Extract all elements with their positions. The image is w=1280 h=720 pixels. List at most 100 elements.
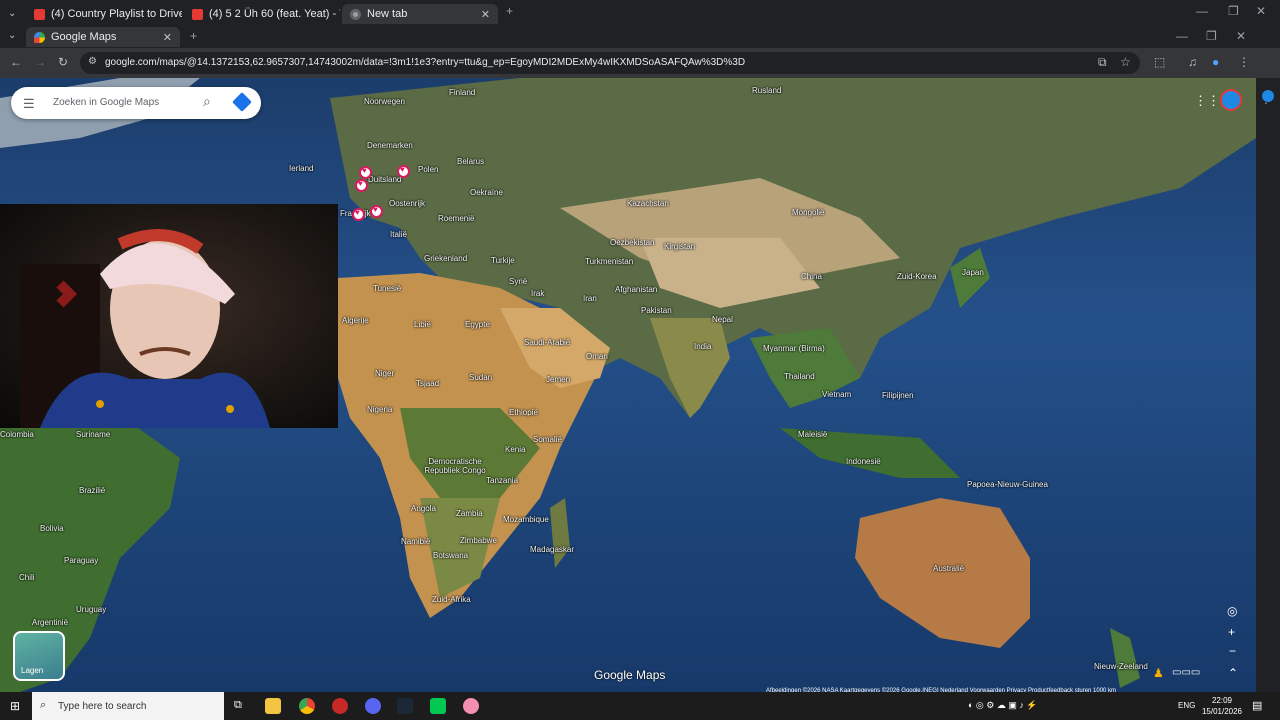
map-label: Turkije <box>491 256 515 265</box>
map-label: Madagaskar <box>530 545 575 554</box>
notifications-icon[interactable]: ▤ <box>1252 699 1262 712</box>
saved-place-pin[interactable] <box>355 179 368 192</box>
hamburger-menu-icon[interactable]: ☰ <box>23 96 35 112</box>
saved-place-pin[interactable] <box>359 166 372 179</box>
google-apps-grid-icon[interactable]: ⋮⋮ <box>1194 93 1220 109</box>
layers-label: Lagen <box>21 666 44 675</box>
map-label: Bolivia <box>40 524 64 533</box>
zoom-in-button[interactable]: + <box>1228 625 1235 639</box>
app-icon[interactable] <box>430 698 446 714</box>
account-avatar[interactable] <box>1220 89 1242 111</box>
map-label: Iran <box>583 294 597 303</box>
search-icon[interactable]: ⌕ <box>203 93 211 110</box>
street-view-pegman-icon[interactable]: ♟ <box>1153 666 1164 680</box>
map-label: China <box>801 272 822 281</box>
map-label: Saudi-Arabië <box>524 338 571 347</box>
new-tab-button[interactable]: + <box>506 4 513 18</box>
map-label: Ierland <box>289 164 314 173</box>
restore-icon[interactable]: ❐ <box>1206 29 1217 43</box>
file-explorer-icon[interactable] <box>265 698 281 714</box>
search-icon: ⌕ <box>40 699 47 711</box>
close-window-icon[interactable]: ✕ <box>1236 29 1246 43</box>
menu-kebab-icon[interactable]: ⋮ <box>1238 55 1250 69</box>
obs-icon[interactable] <box>332 698 348 714</box>
layers-button[interactable]: Lagen <box>13 631 65 681</box>
copilot-icon[interactable] <box>1262 90 1274 102</box>
webcam-overlay <box>0 204 338 428</box>
site-info-icon[interactable]: ⚙ <box>88 56 97 67</box>
windows-start-icon[interactable]: ⊞ <box>10 699 20 713</box>
map-label: Duitsland <box>368 175 402 184</box>
discord-icon[interactable] <box>365 698 381 714</box>
map-label: Uruguay <box>76 605 107 614</box>
google-maps-icon <box>34 31 45 43</box>
map-label: Zambia <box>456 509 483 518</box>
map-label: Syrië <box>509 277 528 286</box>
steam-icon[interactable] <box>397 698 413 714</box>
tab-search-icon[interactable]: ⌄ <box>8 30 20 44</box>
saved-place-pin[interactable] <box>397 165 410 178</box>
taskbar-clock[interactable]: 22:09 15/01/2026 <box>1202 695 1242 717</box>
new-tab-button[interactable]: + <box>190 29 197 43</box>
profile-icon[interactable]: ● <box>1212 55 1219 69</box>
directions-icon[interactable] <box>232 92 252 112</box>
extensions-icon[interactable]: ⬚ <box>1154 55 1165 69</box>
tab-label: (4) 5 2 Üh 60 (feat. Yeat) - Y... <box>209 8 340 20</box>
streamer-webcam-image <box>20 229 270 428</box>
close-icon[interactable]: ✕ <box>163 31 172 44</box>
saved-place-pin[interactable] <box>370 205 383 218</box>
close-window-icon[interactable]: ✕ <box>1256 4 1266 18</box>
map-label: Nieuw-Zeeland <box>1094 662 1148 671</box>
close-icon[interactable]: ✕ <box>481 8 490 21</box>
chrome-taskbar-icon[interactable] <box>299 698 315 714</box>
install-app-icon[interactable]: ⧉ <box>1098 55 1107 70</box>
expand-up-icon[interactable]: ⌃ <box>1228 666 1238 680</box>
search-placeholder[interactable]: Zoeken in Google Maps <box>53 97 159 108</box>
address-bar[interactable]: ⚙ google.com/maps/@14.1372153,62.9657307… <box>80 52 1140 74</box>
map-label: Argentinië <box>32 618 69 627</box>
tab-google-maps[interactable]: Google Maps ✕ <box>26 27 180 47</box>
language-indicator[interactable]: ENG <box>1178 701 1195 710</box>
minimize-icon[interactable]: — <box>1196 4 1208 18</box>
tab-new-tab[interactable]: New tab ✕ <box>342 4 498 24</box>
map-label: Mozambique <box>503 515 549 524</box>
taskbar-search-box[interactable]: ⌕ Type here to search <box>32 692 224 720</box>
map-label: Finland <box>449 88 476 97</box>
forward-icon[interactable]: → <box>34 55 46 69</box>
tab-country-playlist[interactable]: (4) Country Playlist to Drive to ... ✕ <box>26 4 182 24</box>
map-label: Griekenland <box>424 254 468 263</box>
minimize-icon[interactable]: — <box>1176 29 1188 43</box>
app-icon[interactable] <box>463 698 479 714</box>
map-thumbnails[interactable]: ▭▭▭ <box>1172 667 1200 678</box>
map-label: Maleisië <box>798 430 828 439</box>
reload-icon[interactable]: ↻ <box>58 55 68 69</box>
map-label: Angola <box>411 504 436 513</box>
back-icon[interactable]: ← <box>10 55 22 69</box>
map-label: Colombia <box>0 430 34 439</box>
map-label: Tunesië <box>373 284 402 293</box>
map-label: Niger <box>375 369 395 378</box>
restore-icon[interactable]: ❐ <box>1228 4 1239 18</box>
windows-taskbar: ⊞ ⌕ Type here to search ⧉ ◐ ◎ ⚙ ☁ ▣ ♪ ⚡ … <box>0 692 1280 720</box>
map-label: Polen <box>418 165 439 174</box>
map-label: Zuid-Korea <box>897 272 937 281</box>
saved-place-pin[interactable] <box>352 208 365 221</box>
maps-search-box[interactable]: ☰ Zoeken in Google Maps ⌕ <box>11 87 261 119</box>
map-label: Roemenië <box>438 214 475 223</box>
map-label: Somalië <box>533 435 562 444</box>
system-tray-icons[interactable]: ◐ ◎ ⚙ ☁ ▣ ♪ ⚡ <box>968 700 1038 711</box>
tab-label: (4) Country Playlist to Drive to ... <box>51 8 182 20</box>
tab-strip-top: ⌄ (4) Country Playlist to Drive to ... ✕… <box>0 0 1280 26</box>
zoom-out-button[interactable]: − <box>1229 644 1236 658</box>
map-label: Algerije <box>342 316 369 325</box>
map-label: Oezbekistan <box>610 238 655 247</box>
media-control-icon[interactable]: ♫ <box>1188 55 1197 69</box>
tab-strip-second-window: ⌄ Google Maps ✕ + — ❐ ✕ <box>0 26 1280 48</box>
task-view-icon[interactable]: ⧉ <box>234 699 242 712</box>
map-label: Tsjaad <box>416 379 440 388</box>
my-location-icon[interactable]: ◎ <box>1227 604 1237 618</box>
tab-song[interactable]: (4) 5 2 Üh 60 (feat. Yeat) - Y... ✕ <box>184 4 340 24</box>
bookmark-star-icon[interactable]: ☆ <box>1120 55 1131 69</box>
tab-search-icon[interactable]: ⌄ <box>8 8 20 22</box>
map-label: Paraguay <box>64 556 99 565</box>
